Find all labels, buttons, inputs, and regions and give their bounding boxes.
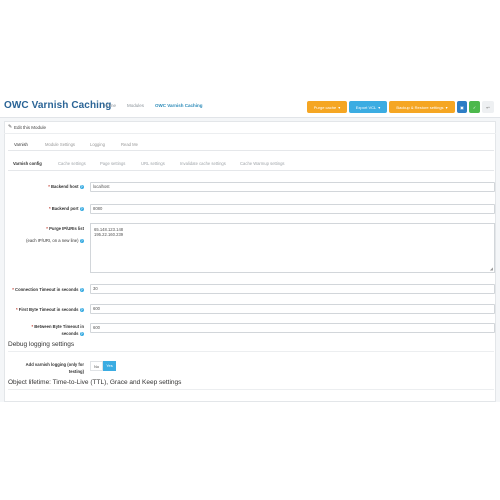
question-icon[interactable]: ?: [79, 206, 84, 212]
save-and-stay-button[interactable]: ✓: [469, 101, 480, 113]
caret-down-icon: ▾: [338, 104, 341, 110]
save-icon: ▣: [460, 104, 464, 110]
tab-read-me[interactable]: Read Me: [121, 142, 138, 147]
backup-restore-button[interactable]: Backup & Restore settings ▾: [389, 101, 455, 113]
backend-port-label: * Backend port?: [48, 206, 84, 212]
purge-list-line: 195.22.160.239: [94, 232, 124, 237]
backend-host-input[interactable]: localhost: [90, 182, 495, 192]
tab-logging[interactable]: Logging: [90, 142, 105, 147]
purge-cache-label: Purge cache: [313, 104, 337, 110]
subtab-invalidate-cache-settings[interactable]: Invalidate cache settings: [180, 161, 226, 166]
breadcrumb-home[interactable]: Home: [104, 103, 116, 108]
export-vcl-button[interactable]: Export VCL ▾: [349, 101, 387, 113]
panel-heading: ✎ Edit this Module: [4, 121, 496, 134]
caret-down-icon: ▾: [445, 104, 448, 110]
panel-heading-text: Edit this Module: [14, 125, 47, 130]
between-bytes-timeout-label: * Between Byte Timeout in: [31, 324, 84, 329]
question-icon[interactable]: ?: [79, 287, 84, 293]
varnish-logging-toggle[interactable]: No Yes: [90, 361, 116, 371]
purge-list-sublabel: (each IP/URI, on a new line)?: [26, 238, 84, 244]
tab-varnish[interactable]: Varnish: [14, 142, 28, 147]
question-icon[interactable]: ?: [79, 331, 84, 337]
page-title: OWC Varnish Caching: [4, 100, 112, 111]
debug-section-heading: Debug logging settings: [8, 341, 75, 348]
pencil-icon: ✎: [8, 124, 13, 130]
connection-timeout-label: * Connection Timeout in seconds?: [12, 287, 84, 293]
purge-list-textarea[interactable]: 65.148.123.148 195.22.160.239 ◢: [90, 223, 495, 273]
export-vcl-label: Export VCL: [355, 104, 377, 110]
save-button[interactable]: ▣: [457, 101, 467, 113]
varnish-logging-label-line2: testing): [68, 369, 84, 374]
connection-timeout-input[interactable]: 30: [90, 284, 495, 294]
breadcrumb-modules[interactable]: Modules: [127, 103, 144, 108]
object-lifetime-heading: Object lifetime: Time-to-Live (TTL), Gra…: [8, 379, 182, 386]
purge-list-label: * Purge IP/URIs list: [46, 226, 84, 231]
tabs-divider: [8, 150, 494, 151]
section-divider: [8, 351, 494, 352]
subtab-page-settings[interactable]: Page settings: [100, 161, 125, 166]
subtab-varnish-config[interactable]: Varnish config: [13, 161, 42, 166]
backend-host-label: * Backend host?: [48, 184, 84, 190]
between-bytes-timeout-label-line2: seconds?: [61, 331, 84, 337]
purge-cache-button[interactable]: Purge cache ▾: [307, 101, 347, 113]
tab-module-settings[interactable]: Module Settings: [45, 142, 75, 147]
resize-handle-icon[interactable]: ◢: [490, 266, 493, 271]
between-bytes-timeout-input[interactable]: 600: [90, 323, 495, 333]
subtab-cache-settings[interactable]: Cache settings: [58, 161, 86, 166]
varnish-logging-label: Add varnish logging (only for: [25, 362, 84, 367]
backend-port-input[interactable]: 8080: [90, 204, 495, 214]
caret-down-icon: ▾: [378, 104, 381, 110]
backup-restore-label: Backup & Restore settings: [396, 104, 444, 110]
section-divider: [8, 389, 494, 390]
toggle-no[interactable]: No: [90, 361, 103, 371]
question-icon[interactable]: ?: [79, 307, 84, 313]
subtab-cache-warmup-settings[interactable]: Cache Warmup settings: [240, 161, 285, 166]
subtab-url-settings[interactable]: URL settings: [141, 161, 165, 166]
question-icon[interactable]: ?: [79, 184, 84, 190]
first-byte-timeout-label: * First Byte Timeout in seconds?: [15, 307, 84, 313]
back-arrow-icon: ↩: [486, 104, 490, 110]
first-byte-timeout-input[interactable]: 600: [90, 304, 495, 314]
back-button[interactable]: ↩: [482, 101, 494, 113]
check-icon: ✓: [472, 104, 477, 110]
breadcrumb-current: OWC Varnish Caching: [155, 103, 203, 108]
toggle-yes[interactable]: Yes: [103, 361, 116, 371]
subtabs-divider: [8, 170, 494, 171]
question-icon[interactable]: ?: [79, 238, 84, 244]
